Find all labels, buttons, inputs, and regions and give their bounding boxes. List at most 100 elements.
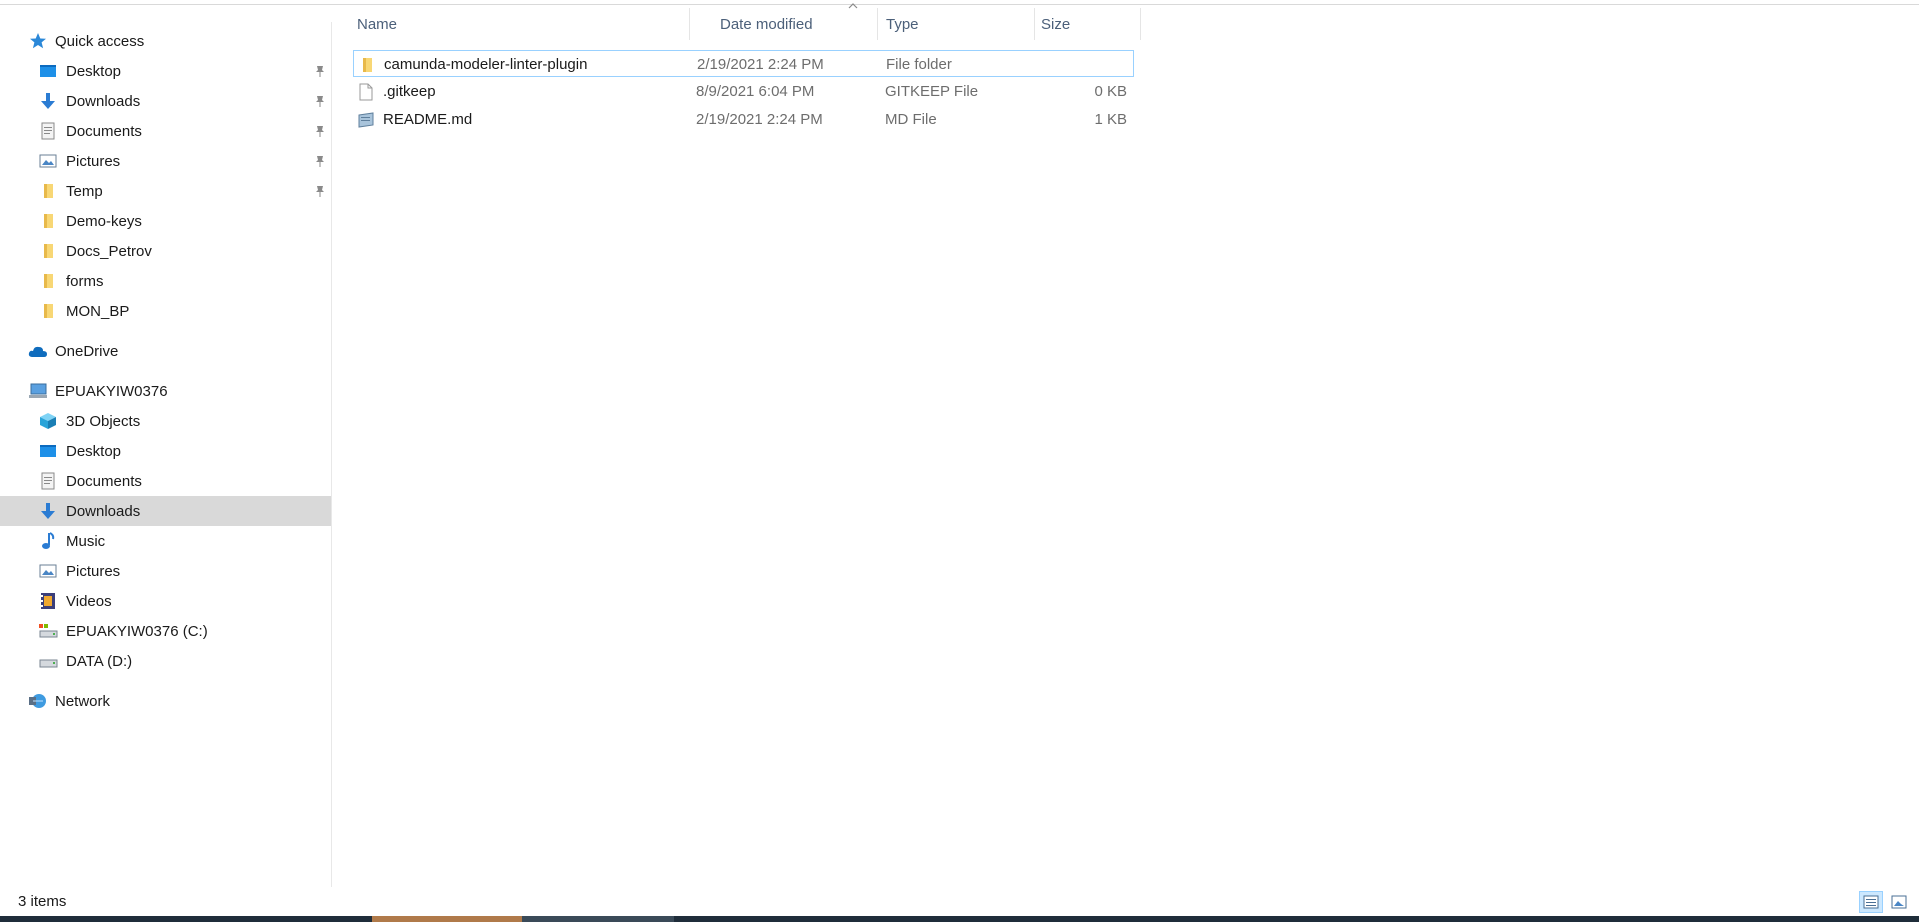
navigation-pane: Quick access Desktop Downloads Documents… [0,22,332,887]
column-header-type-label: Type [886,15,919,33]
details-view-icon [1863,895,1879,909]
nav-item-music[interactable]: Music [0,526,331,556]
file-row[interactable]: camunda-modeler-linter-plugin 2/19/2021 … [353,50,1134,77]
item-count: 3 items [18,893,67,910]
star-icon [28,31,48,51]
file-size: 1 KB [1094,111,1127,128]
nav-item-label: Pictures [66,562,121,580]
file-size: 0 KB [1094,83,1127,100]
nav-item-drive-c[interactable]: EPUAKYIW0376 (C:) [0,616,331,646]
file-size [997,51,1128,78]
pin-icon [316,186,324,197]
nav-item-label: Docs_Petrov [66,242,152,260]
file-name-cell: .gitkeep [356,78,436,105]
nav-quick-access-label: Quick access [55,32,145,50]
file-name-cell: README.md [356,106,472,133]
nav-item-demo-keys[interactable]: Demo-keys [0,206,331,236]
large-icons-view-icon [1891,895,1907,909]
3d-objects-icon [38,411,58,431]
file-list-pane: Name Date modified Type Size camunda-mod… [333,0,1919,887]
taskbar-app-indicator [522,916,674,922]
network-icon [28,691,48,711]
folder-icon [38,271,58,291]
column-header-type[interactable]: Type [878,8,1035,40]
file-type: File folder [886,56,952,73]
nav-item-3d-objects[interactable]: 3D Objects [0,406,331,436]
large-icons-view-button[interactable] [1887,891,1911,913]
column-header-date[interactable]: Date modified [690,8,878,40]
nav-item-videos[interactable]: Videos [0,586,331,616]
column-header-date-label: Date modified [720,15,813,33]
nav-item-label: Pictures [66,152,121,170]
column-header-size-label: Size [1041,15,1071,33]
column-header-size[interactable]: Size [1035,8,1141,40]
nav-onedrive-label: OneDrive [55,342,119,360]
desktop-icon [38,441,58,461]
file-name: .gitkeep [383,83,436,100]
nav-item-label: Temp [66,182,103,200]
nav-item-label: Desktop [66,62,122,80]
file-date: 2/19/2021 2:24 PM [696,111,823,128]
nav-item-forms[interactable]: forms [0,266,331,296]
nav-quick-access[interactable]: Quick access [0,26,331,56]
nav-item-label: Downloads [66,502,141,520]
pin-icon [316,66,324,77]
column-header-name-label: Name [357,15,398,33]
nav-item-downloads-pc[interactable]: Downloads [0,496,331,526]
downloads-icon [38,91,58,111]
nav-item-desktop[interactable]: Desktop [0,56,331,86]
file-icon [356,82,376,102]
folder-icon [38,241,58,261]
nav-network[interactable]: Network [0,686,331,716]
nav-item-label: 3D Objects [66,412,141,430]
status-bar: 3 items [0,887,1919,916]
taskbar-app-indicator [372,916,522,922]
folder-icon [357,55,377,75]
folder-icon [38,301,58,321]
nav-item-docs-petrov[interactable]: Docs_Petrov [0,236,331,266]
nav-item-desktop-pc[interactable]: Desktop [0,436,331,466]
nav-item-label: Desktop [66,442,122,460]
documents-icon [38,471,58,491]
music-icon [38,531,58,551]
nav-onedrive[interactable]: OneDrive [0,336,331,366]
column-header-name[interactable]: Name [333,8,690,40]
nav-item-downloads[interactable]: Downloads [0,86,331,116]
nav-item-label: EPUAKYIW0376 (C:) [66,622,208,640]
file-row[interactable]: README.md 2/19/2021 2:24 PM MD File 1 KB [353,106,1134,133]
file-type: GITKEEP File [885,83,979,100]
nav-this-pc[interactable]: EPUAKYIW0376 [0,376,331,406]
nav-this-pc-label: EPUAKYIW0376 [55,382,168,400]
downloads-icon [38,501,58,521]
pin-icon [316,126,324,137]
nav-item-pictures-pc[interactable]: Pictures [0,556,331,586]
nav-item-documents[interactable]: Documents [0,116,331,146]
documents-icon [38,121,58,141]
folder-icon [38,211,58,231]
nav-item-mon-bp[interactable]: MON_BP [0,296,331,326]
nav-item-pictures[interactable]: Pictures [0,146,331,176]
onedrive-cloud-icon [28,341,48,361]
nav-item-temp[interactable]: Temp [0,176,331,206]
nav-item-documents-pc[interactable]: Documents [0,466,331,496]
pin-icon [316,96,324,107]
nav-item-label: Videos [66,592,112,610]
file-name-cell: camunda-modeler-linter-plugin [357,51,587,78]
system-drive-icon [38,621,58,641]
taskbar-edge [0,916,1919,922]
folder-icon [38,181,58,201]
markdown-file-icon [356,110,376,130]
nav-network-label: Network [55,692,111,710]
nav-item-label: DATA (D:) [66,652,133,670]
videos-icon [38,591,58,611]
nav-item-label: Music [66,532,106,550]
file-name: README.md [383,111,473,128]
desktop-icon [38,61,58,81]
nav-item-drive-d[interactable]: DATA (D:) [0,646,331,676]
pin-icon [316,156,324,167]
nav-item-label: MON_BP [66,302,130,320]
pictures-icon [38,561,58,581]
computer-icon [28,381,48,401]
details-view-button[interactable] [1859,891,1883,913]
file-row[interactable]: .gitkeep 8/9/2021 6:04 PM GITKEEP File 0… [353,78,1134,105]
